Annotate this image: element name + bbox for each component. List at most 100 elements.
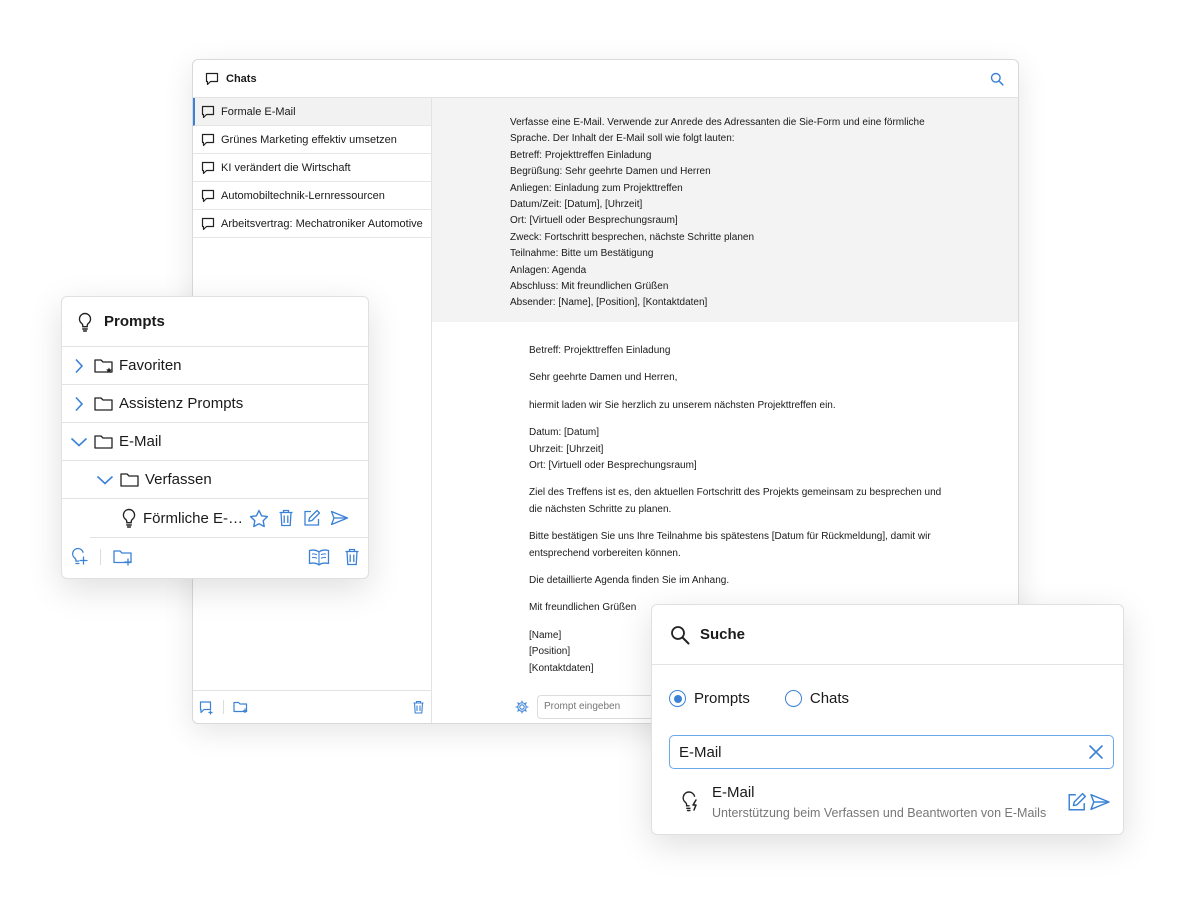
search-result-item[interactable]: E-Mail Unterstützung beim Verfassen und … (680, 781, 1111, 823)
lightbulb-bolt-icon (680, 790, 702, 814)
trash-icon[interactable] (344, 548, 360, 566)
chevron-down-icon[interactable] (96, 471, 114, 489)
chat-list-item[interactable]: Formale E-Mail (193, 98, 431, 126)
chevron-right-icon[interactable] (70, 357, 88, 375)
search-result-title: E-Mail (712, 784, 755, 801)
tree-folder-email[interactable]: E-Mail (62, 423, 368, 461)
send-icon[interactable] (330, 510, 349, 526)
assistant-line: Bitte bestätigen Sie uns Ihre Teilnahme … (529, 531, 931, 543)
assistant-line: die nächsten Schritte zu planen. (529, 503, 672, 515)
chat-list-item[interactable]: Arbeitsvertrag: Mechatroniker Automotive (193, 210, 431, 238)
assistant-line: Datum: [Datum] (529, 427, 600, 439)
search-icon[interactable] (988, 70, 1006, 88)
tree-folder-verfassen[interactable]: Verfassen (62, 461, 368, 499)
assistant-line: Ort: [Virtuell oder Besprechungsraum] (529, 460, 697, 472)
trash-icon[interactable] (278, 509, 294, 527)
user-message-line: Abschluss: Mit freundlichen Grüßen (510, 281, 669, 293)
send-icon[interactable] (1089, 793, 1111, 811)
user-message: Verfasse eine E-Mail. Verwende zur Anred… (432, 98, 1018, 322)
chat-bubble-icon (201, 105, 215, 119)
assistant-line: [Position] (529, 646, 571, 658)
close-icon[interactable] (1088, 744, 1104, 760)
lightbulb-icon (76, 312, 94, 332)
chat-bubble-icon (201, 189, 215, 203)
assistant-line: [Name] (529, 629, 562, 641)
chats-header: Chats (193, 60, 1018, 98)
edit-icon[interactable] (1067, 792, 1087, 812)
stage: Chats Formale E-Mail Grünes Marketing ef… (0, 0, 1184, 897)
radio-prompts-label: Prompts (694, 690, 750, 707)
chat-sidebar-footer (193, 690, 431, 723)
prompts-footer (62, 536, 368, 578)
radio-chats-label: Chats (809, 690, 850, 707)
assistant-paragraph: Bitte bestätigen Sie uns Ihre Teilnahme … (529, 529, 998, 562)
assistant-line: Mit freundlichen Grüßen (529, 602, 637, 614)
user-message-line: Datum/Zeit: [Datum], [Uhrzeit] (510, 199, 643, 211)
assistant-line: hiermit laden wir Sie herzlich zu unsere… (529, 399, 836, 411)
user-message-line: Zweck: Fortschritt besprechen, nächste S… (510, 231, 755, 243)
new-prompt-icon[interactable] (70, 547, 88, 567)
chat-list-item-label: KI verändert die Wirtschaft (221, 161, 351, 174)
edit-icon[interactable] (303, 509, 321, 527)
radio-prompts[interactable] (669, 690, 686, 707)
prompts-title: Prompts (104, 313, 165, 330)
chat-bubble-icon (205, 72, 219, 86)
chat-bubble-icon (201, 161, 215, 175)
search-title: Suche (700, 626, 746, 643)
chat-bubble-icon (201, 133, 215, 147)
assistant-line: Betreff: Projekttreffen Einladung (529, 345, 671, 356)
new-chat-icon[interactable] (199, 700, 214, 715)
chevron-right-icon[interactable] (70, 395, 88, 413)
assistant-paragraph: Ziel des Treffens ist es, den aktuellen … (529, 485, 998, 518)
search-scope: Prompts Chats (652, 690, 1123, 707)
assistant-line: Sehr geehrte Damen und Herren, (529, 372, 678, 384)
assistant-paragraph: Sehr geehrte Damen und Herren, (529, 370, 998, 386)
tree-folder-assistenz[interactable]: Assistenz Prompts (62, 385, 368, 423)
user-message-line: Sprache. Der Inhalt der E-Mail soll wie … (510, 133, 735, 145)
new-folder-icon[interactable] (233, 700, 249, 714)
chat-list-item[interactable]: Grünes Marketing effektiv umsetzen (193, 126, 431, 154)
user-message-line: Teilnahme: Bitte um Bestätigung (510, 248, 654, 260)
lightbulb-icon (120, 508, 138, 528)
trash-icon[interactable] (412, 700, 425, 714)
user-message-line: Betreff: Projekttreffen Einladung (510, 149, 652, 161)
assistant-paragraph: hiermit laden wir Sie herzlich zu unsere… (529, 398, 998, 414)
assistant-line: Die detaillierte Agenda finden Sie im An… (529, 575, 730, 587)
tree-folder-favoriten[interactable]: Favoriten (62, 347, 368, 385)
chat-list-item-label: Grünes Marketing effektiv umsetzen (221, 133, 397, 146)
tree-folder-label: Favoriten (119, 357, 182, 374)
search-input[interactable] (679, 743, 1088, 761)
prompts-panel: Prompts Favoriten Assistenz Prompts E-Ma… (61, 296, 369, 579)
chat-list-item-label: Automobiltechnik-Lernressourcen (221, 189, 385, 202)
chat-list-item-label: Arbeitsvertrag: Mechatroniker Automotive (221, 217, 423, 230)
user-message-line: Verfasse eine E-Mail. Verwende zur Anred… (510, 117, 925, 128)
chat-list-item[interactable]: Automobiltechnik-Lernressourcen (193, 182, 431, 210)
user-message-line: Ort: [Virtuell oder Besprechungsraum] (510, 215, 678, 227)
assistant-line: Uhrzeit: [Uhrzeit] (529, 443, 604, 455)
assistant-line: entsprechend vorbereiten können. (529, 547, 681, 559)
user-message-line: Absender: [Name], [Position], [Kontaktda… (510, 297, 708, 309)
assistant-paragraph: Betreff: Projekttreffen Einladung (529, 343, 998, 359)
search-header: Suche (652, 605, 1123, 665)
folder-icon (94, 395, 114, 413)
chat-list-item-label: Formale E-Mail (221, 105, 296, 118)
chats-title: Chats (226, 72, 257, 85)
search-icon (670, 625, 690, 645)
tree-folder-label: Verfassen (145, 471, 212, 488)
new-folder-icon[interactable] (113, 549, 133, 566)
user-message-line: Anlagen: Agenda (510, 264, 587, 276)
prompt-item-label: Förmliche E-Mail (143, 509, 245, 527)
assistant-line: [Kontaktdaten] (529, 662, 594, 674)
search-panel: Suche Prompts Chats E-Mail Unterstützung… (651, 604, 1124, 835)
book-icon[interactable] (308, 548, 330, 566)
folder-icon (94, 433, 114, 451)
chevron-down-icon[interactable] (70, 433, 88, 451)
tree-prompt-item[interactable]: Förmliche E-Mail (90, 499, 368, 538)
chat-list-item[interactable]: KI verändert die Wirtschaft (193, 154, 431, 182)
radio-chats[interactable] (784, 690, 802, 707)
tree-folder-label: E-Mail (119, 433, 162, 450)
user-message-line: Anliegen: Einladung zum Projekttreffen (510, 182, 683, 194)
star-icon[interactable] (249, 509, 269, 528)
gear-icon[interactable] (515, 699, 529, 714)
footer-divider (223, 700, 224, 714)
